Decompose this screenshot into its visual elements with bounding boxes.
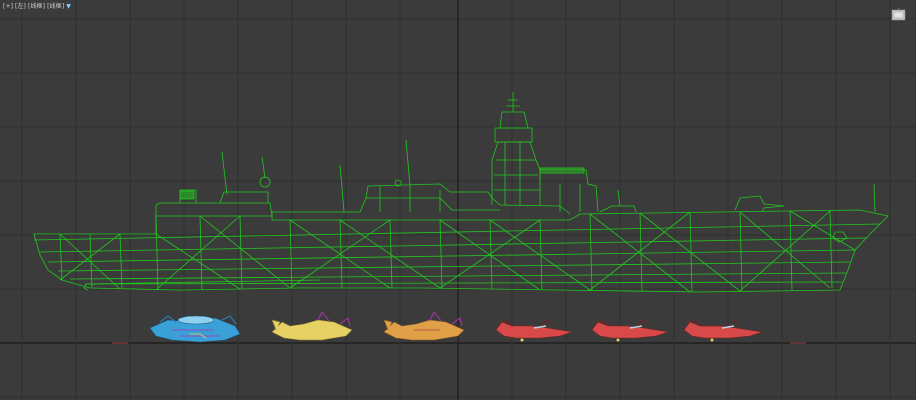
ship-wireframe[interactable] [33,92,889,293]
aircraft-fighter-3[interactable] [683,319,763,342]
viewport-grid [0,0,916,400]
scene-canvas[interactable] [0,0,916,400]
aircraft-fighter-2[interactable] [591,319,669,342]
viewport-left-wireframe[interactable]: [+] [左] [线框] [线框] ▼ [0,0,916,400]
viewport-label-text[interactable]: [+] [左] [线框] [线框] [3,3,64,10]
aircraft-ew-orange[interactable] [383,311,465,341]
viewport-label[interactable]: [+] [左] [线框] [线框] ▼ [3,1,71,10]
viewcube-icon[interactable] [891,8,907,22]
aircraft-ew-yellow[interactable] [271,311,353,341]
funnel-icon[interactable]: ▼ [66,3,71,10]
aircraft-awacs[interactable] [149,315,241,343]
aircraft-fighter-1[interactable] [495,319,573,342]
